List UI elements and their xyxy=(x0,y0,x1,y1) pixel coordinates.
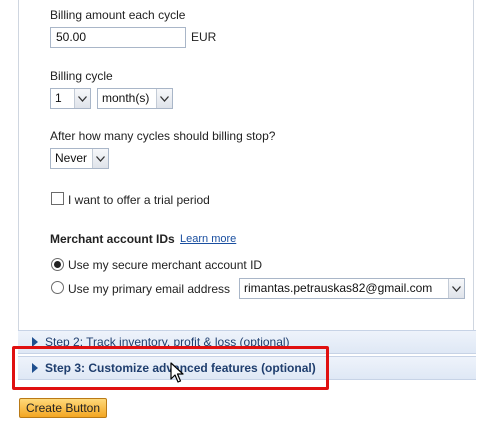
billing-cycle-count-select[interactable]: 1 xyxy=(50,88,91,109)
mouse-cursor-icon xyxy=(170,362,184,387)
merchant-ids-heading: Merchant account IDs xyxy=(50,232,175,246)
billing-cycle-label: Billing cycle xyxy=(50,69,113,83)
chevron-down-icon xyxy=(448,279,464,298)
chevron-down-icon xyxy=(74,89,90,108)
panel-left-border xyxy=(18,0,19,330)
billing-stop-value: Never xyxy=(55,151,88,165)
secure-merchant-label: Use my secure merchant account ID xyxy=(68,258,263,272)
chevron-down-icon xyxy=(156,89,172,108)
secure-merchant-radio[interactable] xyxy=(51,258,64,271)
chevron-down-icon xyxy=(92,149,108,168)
billing-cycle-unit-value: month(s) xyxy=(102,91,150,105)
primary-email-label: Use my primary email address xyxy=(68,282,231,296)
billing-stop-label: After how many cycles should billing sto… xyxy=(50,129,276,143)
primary-email-select[interactable]: rimantas.petrauskas82@gmail.com xyxy=(239,278,465,299)
billing-stop-select[interactable]: Never xyxy=(50,148,109,169)
primary-email-value: rimantas.petrauskas82@gmail.com xyxy=(244,281,433,295)
panel-right-border xyxy=(473,0,474,330)
billing-cycle-count-value: 1 xyxy=(55,91,62,105)
learn-more-link[interactable]: Learn more xyxy=(180,233,236,245)
trial-period-checkbox[interactable] xyxy=(51,192,64,205)
primary-email-radio[interactable] xyxy=(51,281,64,294)
billing-cycle-unit-select[interactable]: month(s) xyxy=(97,88,173,109)
billing-amount-label: Billing amount each cycle xyxy=(50,8,186,22)
trial-period-label: I want to offer a trial period xyxy=(68,193,210,207)
create-button[interactable]: Create Button xyxy=(19,398,107,418)
currency-label: EUR xyxy=(191,30,217,44)
billing-amount-input[interactable]: 50.00 xyxy=(50,27,186,48)
